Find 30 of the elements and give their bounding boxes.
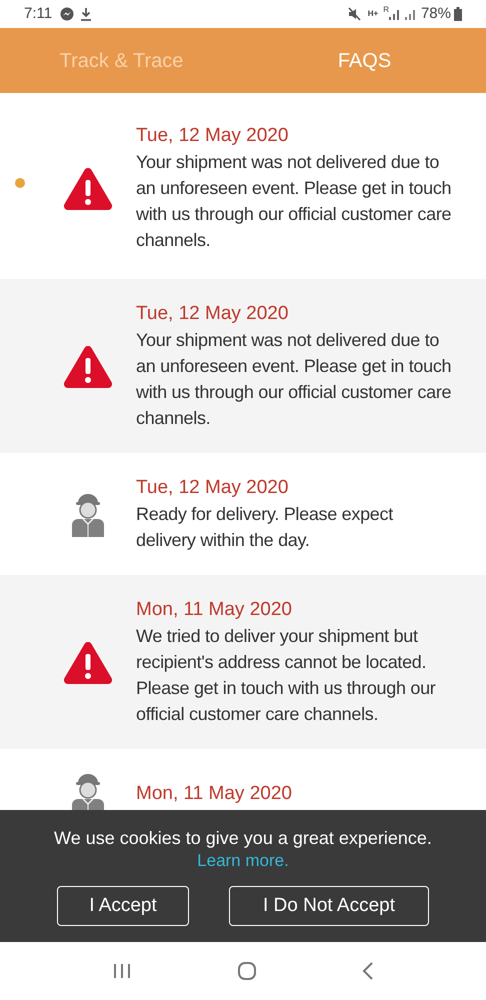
event-date: Mon, 11 May 2020 [136, 598, 293, 622]
battery-percentage: 78% [420, 4, 451, 24]
warning-icon [63, 640, 113, 684]
cookie-message: We use cookies to give you a great experience. [54, 827, 432, 850]
back-icon[interactable] [362, 962, 374, 980]
event-description: Ready for delivery. Please expect delivery within the day. [136, 503, 394, 552]
clock: 7:11 [24, 4, 52, 24]
event-date: Tue, 12 May 2020 [136, 124, 290, 148]
signal-icon [404, 8, 417, 20]
decline-button[interactable]: I Do Not Accept [229, 886, 429, 926]
learn-more-link[interactable]: Learn more. [197, 850, 289, 872]
event-description: Your shipment was not delivered due to an unforeseen event. Please get in touch with us through our official customer care channels. [136, 329, 452, 430]
courier-icon [70, 491, 106, 537]
warning-icon [63, 166, 113, 210]
mute-icon [348, 7, 362, 21]
recent-apps-icon[interactable] [112, 963, 132, 979]
event-description: Your shipment was not delivered due to an unforeseen event. Please get in touch with us through our official customer care channels. [136, 151, 452, 252]
home-icon[interactable] [236, 961, 257, 981]
accept-button[interactable]: I Accept [57, 886, 189, 926]
signal-icon [388, 8, 401, 20]
warning-icon [63, 344, 113, 388]
messenger-icon [60, 7, 74, 21]
event-description: We tried to deliver your shipment but recipient's address cannot be located. Please get in touch with us through our official customer care channels. [136, 625, 436, 726]
download-icon [80, 7, 92, 21]
event-date: Tue, 12 May 2020 [136, 302, 290, 326]
event-date: Tue, 12 May 2020 [136, 476, 290, 500]
battery-icon [454, 7, 462, 21]
roaming-indicator: R [383, 6, 389, 14]
event-date: Mon, 11 May 2020 [136, 782, 293, 806]
network-type: H+ [368, 10, 378, 18]
